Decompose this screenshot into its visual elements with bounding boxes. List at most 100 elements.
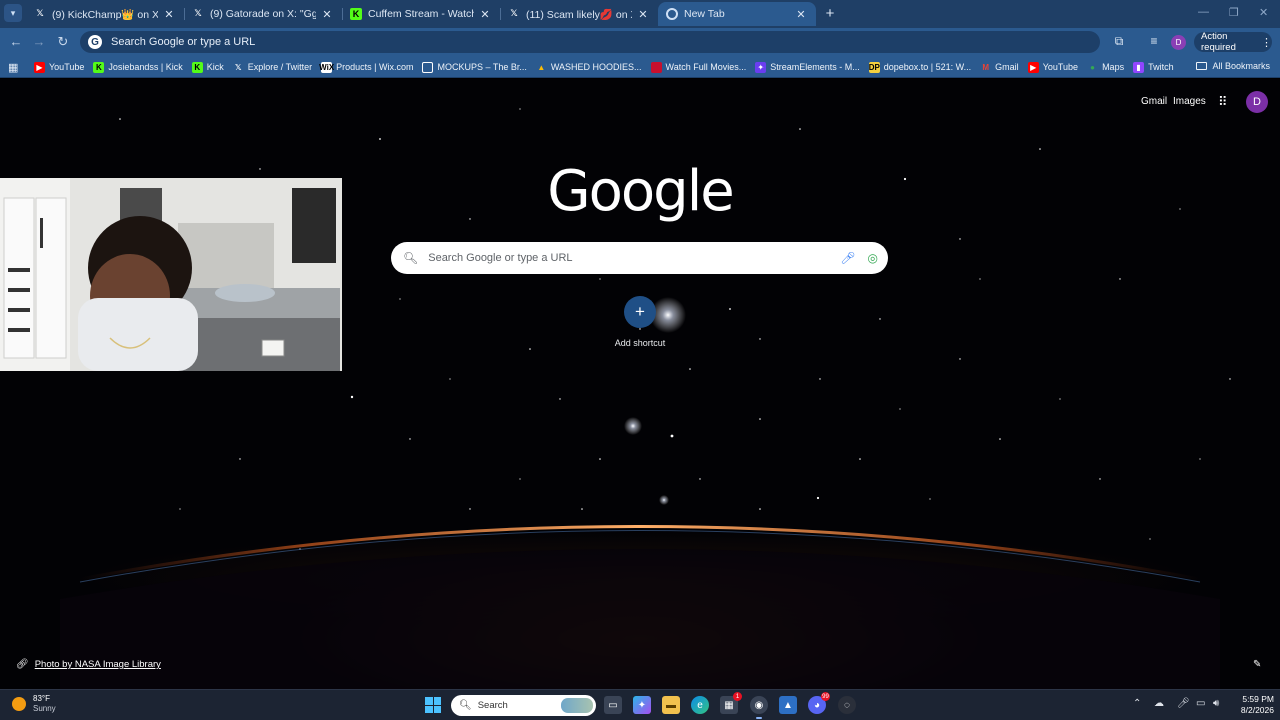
close-icon[interactable]: ✕ (794, 8, 808, 21)
apps-grid-icon[interactable]: ▦ (8, 61, 18, 74)
bookmark-item[interactable]: Watch Full Movies... (650, 61, 746, 73)
x-icon: 𝕏 (235, 62, 242, 72)
google-apps-icon[interactable]: ⠿ (1218, 94, 1228, 110)
edge-icon[interactable]: e (691, 696, 709, 714)
taskbar: 83°F Sunny 🔍︎ Search ▭ ✦ ▬ e ▦ 1 ◉ ▲ ◕ 99 … (0, 689, 1280, 720)
all-bookmarks-button[interactable]: All Bookmarks (1196, 61, 1270, 71)
file-explorer-icon[interactable]: ▬ (662, 696, 680, 714)
bookmark-item[interactable]: ▮ Twitch (1133, 61, 1174, 73)
tab[interactable]: 𝕏 (11) Scam likely💋 on X: "https: ✕ (500, 2, 658, 26)
clock-date: 8/2/2026 (1240, 705, 1274, 715)
system-clock[interactable]: 5:59 PM 8/2/2026 (1228, 694, 1274, 716)
onedrive-icon[interactable]: ☁ (1154, 698, 1164, 709)
temperature: 83°F (33, 694, 50, 703)
back-icon[interactable]: ← (8, 34, 24, 49)
new-tab-button[interactable]: + (822, 5, 838, 22)
bookmark-item[interactable]: K Kick (191, 61, 224, 73)
photos-icon[interactable]: ▲ (779, 696, 797, 714)
task-view-icon[interactable]: ▭ (604, 696, 622, 714)
bookmark-label: Josiebandss | Kick (108, 62, 183, 72)
close-icon[interactable]: ✕ (162, 8, 176, 21)
webcam-feed-image (0, 178, 342, 371)
bookmark-item[interactable]: K Josiebandss | Kick (93, 61, 183, 73)
google-icon: G (88, 35, 102, 49)
twitch-icon: ▮ (1133, 61, 1145, 73)
bookmark-label: Explore / Twitter (247, 62, 313, 72)
more-icon: ⋮ (1261, 36, 1272, 49)
weather-condition: Sunny (33, 704, 56, 713)
bookmark-label: Gmail (995, 62, 1019, 72)
folder-icon (1196, 62, 1208, 70)
search-input[interactable] (428, 252, 841, 264)
chrome-icon[interactable]: ◉ (750, 696, 768, 719)
google-lens-icon[interactable]: ◎ (868, 251, 878, 265)
bookmark-label: Maps (1102, 62, 1125, 72)
microphone-icon[interactable]: 🎤︎ (1177, 698, 1190, 709)
add-shortcut-button[interactable]: + Add shortcut (598, 296, 682, 348)
bookmark-item[interactable]: ✦ StreamElements - M... (755, 61, 860, 73)
reading-list-icon[interactable]: ≡ (1146, 34, 1162, 48)
toolbar: ← → ↻ G Search Google or type a URL ⧉ ≡ … (0, 28, 1280, 56)
bookmark-item[interactable]: M Gmail (980, 62, 1019, 73)
bookmarks-bar: ▦ ▶ YouTube K Josiebandss | Kick K Kick 𝕏 Ex… (0, 56, 1280, 78)
close-icon[interactable]: ✕ (320, 8, 334, 21)
images-link[interactable]: Images (1173, 96, 1206, 107)
tab-active[interactable]: New Tab ✕ (658, 2, 816, 26)
bookmark-item[interactable]: WiX Products | Wix.com (319, 61, 414, 73)
chevron-up-icon[interactable]: ⌃ (1133, 698, 1141, 709)
close-icon[interactable]: ✕ (636, 8, 650, 21)
copilot-icon[interactable]: ✦ (633, 696, 651, 714)
account-avatar[interactable]: D (1246, 91, 1268, 113)
bookmark-item[interactable]: ▶ YouTube (34, 61, 84, 73)
tab[interactable]: K Cuffem Stream - Watch Live on ✕ (342, 2, 500, 26)
extensions-icon[interactable]: ⧉ (1111, 34, 1127, 49)
customize-pencil-icon[interactable]: ✎ (1253, 659, 1261, 670)
windows-start-icon[interactable] (425, 697, 441, 713)
bookmark-item[interactable]: ● Maps (1087, 62, 1124, 73)
add-shortcut-label: Add shortcut (614, 338, 666, 348)
search-icon: 🔍︎ (403, 251, 419, 265)
bookmark-item[interactable]: MOCKUPS – The Br... (422, 61, 527, 73)
chrome-icon (666, 8, 678, 20)
photo-attribution-link[interactable]: 🔗︎ Photo by NASA Image Library (16, 659, 161, 670)
bookmark-item[interactable]: 𝕏 Explore / Twitter (233, 62, 312, 73)
tab[interactable]: 𝕏 (9) KickChamp👑 on X: "Cuffem ✕ (26, 2, 184, 26)
action-required-button[interactable]: Action required ⋮ (1194, 31, 1272, 53)
taskbar-search[interactable]: 🔍︎ Search (451, 695, 596, 716)
close-icon[interactable]: ✕ (478, 8, 492, 21)
microphone-icon[interactable]: 🎤︎ (840, 251, 855, 265)
bookmark-item[interactable]: ▶ YouTube (1027, 61, 1078, 73)
network-icon[interactable]: ▭ (1196, 698, 1205, 709)
kick-icon: K (93, 61, 105, 73)
tab-strip: ▾ 𝕏 (9) KickChamp👑 on X: "Cuffem ✕ 𝕏 (9)… (0, 0, 1280, 28)
discord-icon[interactable]: ◕ 99 (808, 692, 830, 714)
minimize-icon[interactable]: — (1198, 6, 1209, 18)
globe-icon (422, 61, 434, 73)
restore-icon[interactable]: ❐ (1229, 6, 1239, 19)
forward-icon[interactable]: → (31, 34, 47, 49)
weather-widget[interactable]: 83°F Sunny (12, 694, 56, 714)
search-box[interactable]: 🔍︎ 🎤︎ ◎ (391, 242, 888, 274)
plus-icon: + (624, 296, 656, 328)
gmail-icon: M (982, 62, 989, 72)
bookmark-label: Products | Wix.com (336, 62, 414, 72)
bookmark-item[interactable]: ▲ WASHED HOODIES... (536, 62, 641, 73)
tab-title: (11) Scam likely💋 on X: "https: (526, 8, 632, 21)
address-bar[interactable]: G Search Google or type a URL (80, 31, 1100, 53)
gmail-link[interactable]: Gmail (1141, 96, 1167, 107)
microsoft-store-icon[interactable]: ▦ 1 (720, 692, 742, 714)
close-window-icon[interactable]: ✕ (1259, 6, 1268, 19)
profile-avatar[interactable]: D (1171, 35, 1186, 50)
store-badge: 1 (733, 692, 742, 701)
tab[interactable]: 𝕏 (9) Gatorade on X: "Gg cuffem ✕ (184, 2, 342, 26)
tab-title: (9) Gatorade on X: "Gg cuffem (210, 8, 316, 20)
tab-search-button[interactable]: ▾ (4, 4, 22, 22)
bookmark-item[interactable]: DP dopebox.to | 521: W... (869, 61, 971, 73)
youtube-icon: ▶ (1027, 61, 1039, 73)
volume-icon[interactable]: 🔊︎ (1213, 698, 1219, 709)
search-highlight-image (561, 698, 593, 713)
bookmark-label: StreamElements - M... (770, 62, 860, 72)
reload-icon[interactable]: ↻ (55, 34, 71, 50)
link-icon: 🔗︎ (16, 659, 29, 670)
obs-icon[interactable]: ◌ (838, 696, 856, 714)
